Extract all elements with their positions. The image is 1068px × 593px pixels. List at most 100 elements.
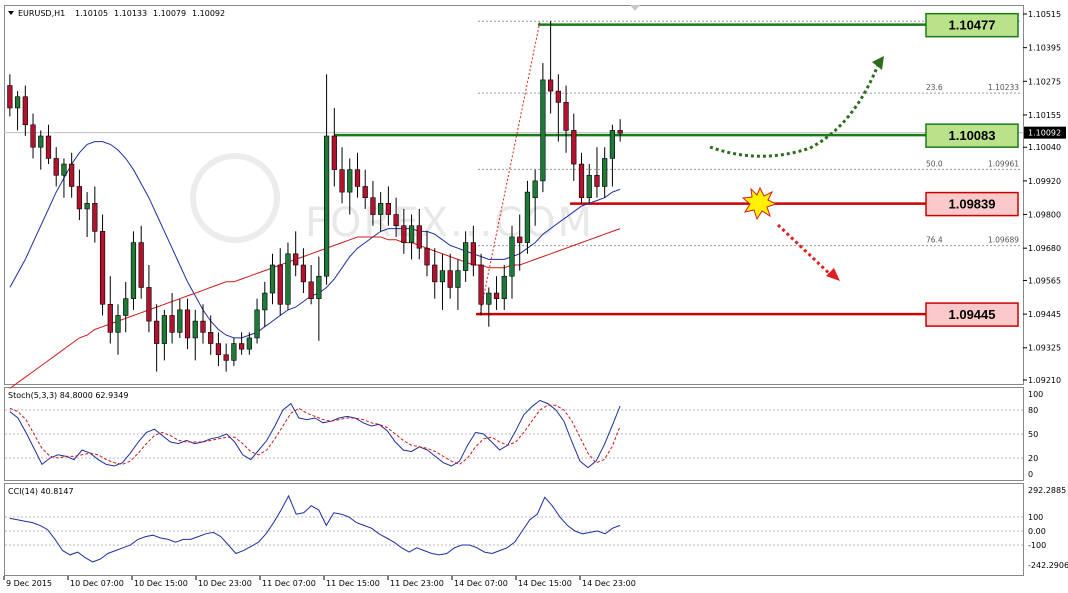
bear-candle-body (215, 343, 222, 356)
bull-candle-body (540, 79, 546, 182)
time-tick-label: 9 Dec 2015 (6, 579, 52, 588)
time-tick-label: 10 Dec 15:00 (134, 579, 188, 588)
stoch-tick-label: 0 (1028, 470, 1033, 479)
bear-candle-body (563, 102, 569, 131)
cci-tick-label: -100 (1028, 541, 1046, 550)
price-tick-label: 1.09680 (1028, 244, 1061, 253)
price-tick-label: 1.09920 (1028, 177, 1061, 186)
bear-candle-body (354, 169, 361, 187)
bear-candle-body (223, 354, 229, 361)
bear-candle-body (22, 96, 28, 126)
bear-candle-body (76, 186, 83, 210)
price-tick-label: 1.10395 (1028, 44, 1061, 53)
stoch-tick-label: 100 (1028, 390, 1043, 399)
bear-candle-body (169, 315, 175, 333)
bear-candle-body (7, 85, 13, 109)
price-tick-label: 1.10515 (1028, 10, 1061, 19)
time-tick-label: 11 Dec 07:00 (262, 579, 316, 588)
bull-candle-body (455, 270, 461, 288)
bull-candle-body (130, 242, 137, 299)
bear-candle-body (238, 343, 245, 350)
time-axis: 9 Dec 2015 10 Dec 07:00 10 Dec 15:00 10 Dec… (3, 576, 636, 588)
bear-candle-body (493, 292, 500, 299)
fib-level-price: 1.09961 (988, 159, 1019, 168)
bear-candle-body (617, 130, 623, 134)
bear-candle-body (146, 287, 152, 322)
time-tick-label: 10 Dec 07:00 (70, 579, 124, 588)
bull-candle-body (14, 96, 21, 109)
bear-candle-body (308, 281, 314, 299)
symbol-label: EURUSD,H1 (18, 9, 65, 18)
fib-level-price: 1.10233 (988, 83, 1019, 92)
bull-candle-body (408, 225, 415, 243)
stoch-tick-label: 80 (1028, 406, 1038, 415)
bull-candle-body (285, 253, 291, 305)
open-price: 1.10105 (75, 9, 108, 18)
bear-candle-body (401, 225, 407, 243)
forex-chart: FOREX...COM 1.10515 1.10395 1.10275 1.10155… (3, 5, 1068, 588)
stoch-title: Stoch(5,3,3) 84.8000 62.9349 (8, 391, 128, 400)
cci-tick-label: 0.00 (1028, 527, 1046, 536)
price-tick-label: 1.09210 (1028, 376, 1061, 385)
bull-candle-body (609, 130, 616, 159)
bear-candle-body (107, 303, 113, 333)
level-value: 1.09839 (949, 197, 996, 212)
bull-candle-body (123, 298, 129, 316)
bear-candle-body (594, 174, 600, 187)
bull-candle-body (262, 292, 268, 311)
time-tick-label: 11 Dec 23:00 (390, 579, 444, 588)
time-tick-label: 14 Dec 07:00 (454, 579, 508, 588)
bull-candle-body (254, 309, 260, 339)
level-value: 1.09445 (949, 307, 996, 322)
bear-candle-body (447, 270, 453, 288)
bull-candle-body (509, 236, 515, 277)
bear-candle-body (555, 90, 561, 103)
bear-candle-body (69, 163, 75, 187)
chart-header: EURUSD,H1 1.10105 1.10133 1.10079 1.1009… (8, 9, 225, 18)
bull-candle-body (177, 309, 183, 333)
bull-candle-body (463, 242, 469, 271)
bear-candle-body (277, 264, 283, 305)
fib-level-percent: 76.4 (926, 236, 943, 245)
bull-candle-body (38, 135, 44, 148)
bear-candle-body (300, 264, 307, 283)
bear-candle-body (200, 320, 206, 333)
candle (524, 180, 531, 254)
price-tick-label: 1.09445 (1028, 310, 1061, 319)
bull-candle-body (246, 337, 252, 350)
bull-candle-body (501, 275, 507, 299)
bear-candle-body (370, 197, 376, 215)
bull-candle-body (378, 203, 384, 215)
bear-candle-body (138, 242, 144, 288)
bear-candle-body (578, 163, 585, 199)
price-tick-label: 1.10155 (1028, 111, 1061, 120)
bull-candle-body (586, 174, 592, 199)
price-tick-label: 1.09800 (1028, 211, 1061, 220)
bull-candle-body (115, 315, 121, 333)
time-tick-label: 11 Dec 15:00 (326, 579, 380, 588)
bull-candle-body (532, 180, 538, 199)
bull-candle-body (347, 169, 353, 193)
bear-candle-body (293, 253, 299, 266)
bear-candle-body (154, 320, 160, 344)
bull-candle-body (61, 163, 67, 176)
time-tick-label: 14 Dec 23:00 (582, 579, 636, 588)
bear-candle-body (385, 203, 392, 215)
stoch-tick-label: 50 (1028, 430, 1038, 439)
bear-candle-body (547, 79, 554, 92)
price-tick-label: 1.09325 (1028, 344, 1061, 353)
bear-candle-body (331, 135, 337, 170)
price-tick-label: 1.10040 (1028, 143, 1061, 152)
bull-candle-body (231, 343, 237, 361)
bull-candle-body (161, 315, 167, 344)
level-value: 1.10477 (949, 18, 996, 33)
cci-panel (4, 483, 1024, 576)
cci-title: CCI(14) 40.8147 (8, 487, 74, 496)
bear-candle-body (470, 242, 476, 266)
bull-candle-body (323, 135, 330, 277)
bear-candle-body (53, 158, 59, 176)
cci-tick-label: 100 (1028, 513, 1043, 522)
bear-candle-body (424, 247, 430, 266)
bear-candle-body (416, 225, 422, 249)
time-tick-label: 10 Dec 23:00 (198, 579, 252, 588)
